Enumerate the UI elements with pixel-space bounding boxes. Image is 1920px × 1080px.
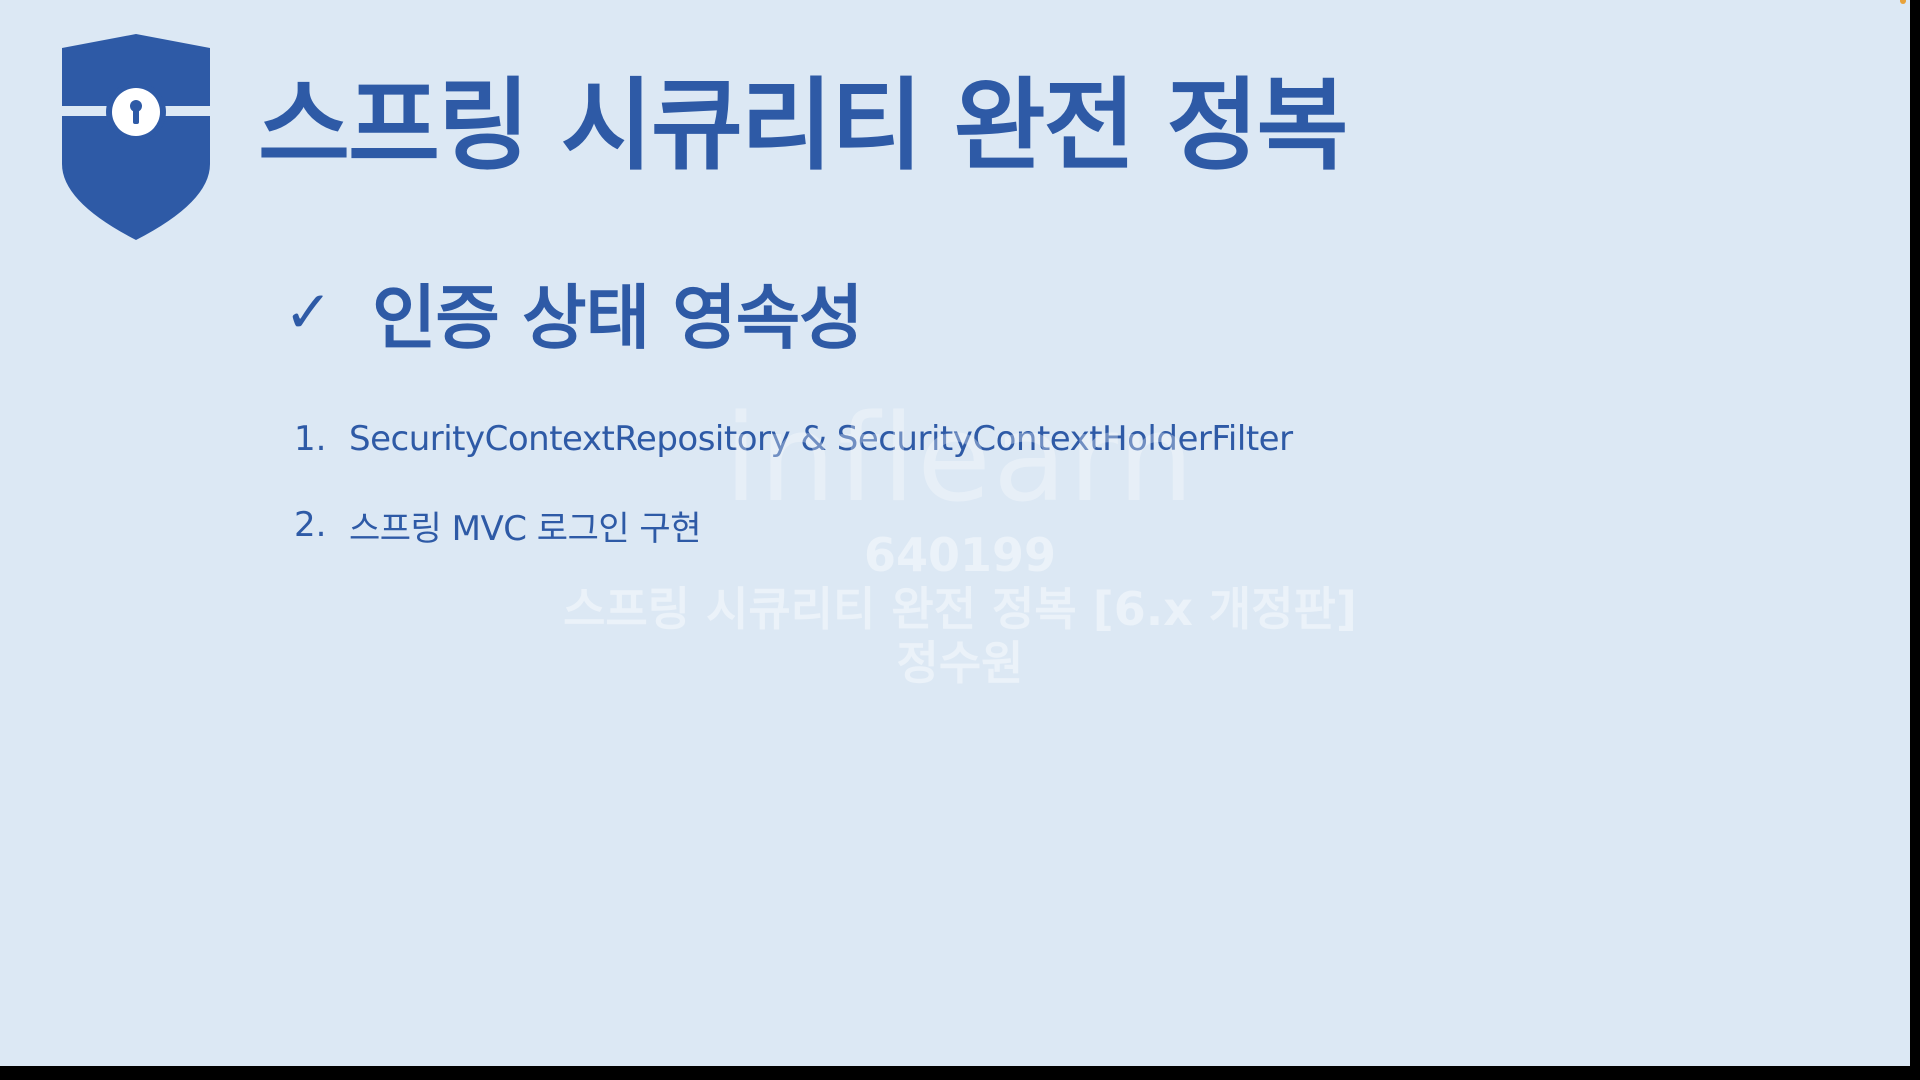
bottom-frame-edge — [0, 1066, 1920, 1080]
list-item: 1. SecurityContextRepository & SecurityC… — [294, 412, 1293, 466]
watermark-author: 정수원 — [896, 636, 1024, 690]
list-item: 2. 스프링 MVC 로그인 구현 — [294, 498, 1293, 552]
right-frame-edge — [1910, 0, 1920, 1080]
slide-title: 스프링 시큐리티 완전 정복 — [258, 67, 1348, 184]
list-item-number: 2. — [294, 505, 327, 545]
topic-list: 1. SecurityContextRepository & SecurityC… — [294, 412, 1293, 584]
list-item-text: 스프링 MVC 로그인 구현 — [349, 508, 702, 549]
section-heading: ✓ 인증 상태 영속성 — [284, 266, 864, 359]
shield-keyhole-icon — [62, 34, 210, 240]
watermark-course: 스프링 시큐리티 완전 정복 [6.x 개정판] — [563, 582, 1357, 636]
checkmark-icon: ✓ — [284, 278, 333, 346]
list-item-text: SecurityContextRepository & SecurityCont… — [349, 419, 1293, 459]
section-heading-text: 인증 상태 영속성 — [372, 276, 864, 359]
slide: 스프링 시큐리티 완전 정복 ✓ 인증 상태 영속성 1. SecurityCo… — [0, 0, 1910, 1066]
list-item-number: 1. — [294, 419, 327, 459]
